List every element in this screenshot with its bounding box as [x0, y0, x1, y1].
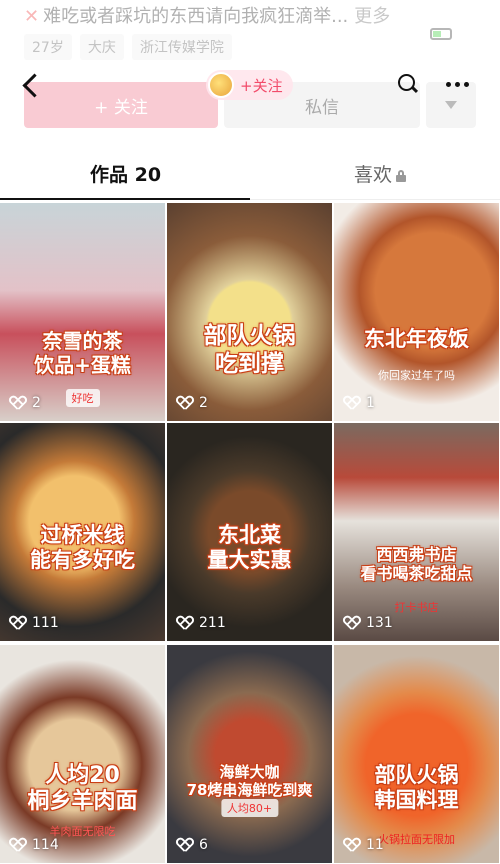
tag-school: 浙江传媒学院 — [131, 34, 232, 60]
like-count-value: 2 — [199, 395, 208, 411]
like-count: 111 — [10, 615, 59, 631]
like-count-value: 111 — [32, 615, 59, 631]
video-title: 西西弗书店 看书喝茶吃甜点 — [360, 545, 473, 584]
back-icon[interactable] — [14, 66, 54, 106]
video-subtitle: 人均80+ — [220, 799, 279, 817]
like-count: 2 — [177, 395, 208, 411]
video-card[interactable]: 部队火锅 韩国料理 火锅拉面无限加 11 — [334, 645, 499, 863]
like-count-value: 2 — [32, 395, 41, 411]
heart-icon — [344, 838, 360, 852]
video-title: 海鲜大咖 78烤串海鲜吃到爽 — [186, 763, 313, 799]
video-card[interactable]: 东北菜 量大实惠 211 — [167, 423, 332, 641]
profile-bio-area: ✕ 难吃或者踩坑的东西请向我疯狂滴举... 更多 27岁 大庆 浙江传媒学院 — [0, 0, 500, 64]
video-grid: 奈雪的茶 饮品+蛋糕 好吃 2 部队火锅 吃到撑 2 东北年夜饭 你回家过年了吗… — [0, 203, 500, 864]
video-card[interactable]: 海鲜大咖 78烤串海鲜吃到爽 人均80+ 6 — [167, 645, 332, 863]
tab-likes[interactable]: 喜欢 — [354, 160, 407, 187]
like-count-value: 6 — [199, 837, 208, 853]
like-count: 2 — [10, 395, 41, 411]
nav-follow-button[interactable]: +关注 — [240, 75, 283, 96]
video-title: 奈雪的茶 饮品+蛋糕 — [34, 329, 131, 377]
video-card[interactable]: 奈雪的茶 饮品+蛋糕 好吃 2 — [0, 203, 165, 421]
bio-more-link[interactable]: 更多 — [354, 6, 390, 27]
heart-icon — [177, 396, 193, 410]
like-count-value: 1 — [366, 395, 375, 411]
active-tab-indicator — [0, 198, 250, 200]
nav-user-chip[interactable]: +关注 — [206, 70, 293, 100]
video-subtitle: 你回家过年了吗 — [378, 369, 455, 382]
like-count-value: 11 — [366, 837, 384, 853]
heart-icon — [10, 838, 26, 852]
like-count-value: 211 — [199, 615, 226, 631]
like-count: 114 — [10, 837, 59, 853]
battery-icon — [430, 28, 452, 40]
video-subtitle: 打卡书店 — [394, 601, 439, 614]
top-nav: +关注 — [0, 60, 500, 112]
like-count: 6 — [177, 837, 208, 853]
lock-icon — [396, 170, 407, 182]
tag-age: 27岁 — [24, 34, 72, 60]
heart-icon — [344, 396, 360, 410]
video-card[interactable]: 东北年夜饭 你回家过年了吗 1 — [334, 203, 499, 421]
bio-line-text: 难吃或者踩坑的东西请向我疯狂滴举... — [43, 6, 349, 27]
more-icon[interactable] — [446, 82, 469, 87]
video-card[interactable]: 部队火锅 吃到撑 2 — [167, 203, 332, 421]
like-count: 131 — [344, 615, 393, 631]
heart-icon — [10, 616, 26, 630]
heart-icon — [177, 838, 193, 852]
profile-tags: 27岁 大庆 浙江传媒学院 — [24, 34, 232, 60]
heart-icon — [177, 616, 193, 630]
video-title: 部队火锅 韩国料理 — [374, 763, 459, 813]
video-title: 部队火锅 吃到撑 — [203, 323, 296, 377]
heart-icon — [344, 616, 360, 630]
search-icon[interactable] — [396, 72, 420, 96]
video-title: 东北年夜饭 — [364, 327, 469, 351]
bio-text: ✕ 难吃或者踩坑的东西请向我疯狂滴举... 更多 — [24, 2, 390, 28]
video-card[interactable]: 过桥米线 能有多好吃 111 — [0, 423, 165, 641]
avatar[interactable] — [208, 72, 234, 98]
like-count: 11 — [344, 837, 384, 853]
video-title: 东北菜 量大实惠 — [207, 523, 292, 573]
like-count: 211 — [177, 615, 226, 631]
like-count-value: 131 — [366, 615, 393, 631]
video-subtitle: 好吃 — [65, 389, 100, 407]
profile-tabs: 作品 20 喜欢 — [0, 148, 500, 200]
video-title: 人均20 桐乡羊肉面 — [27, 763, 138, 815]
tag-city: 大庆 — [79, 34, 124, 60]
heart-icon — [10, 396, 26, 410]
tab-works[interactable]: 作品 20 — [90, 160, 161, 187]
video-card[interactable]: 西西弗书店 看书喝茶吃甜点 打卡书店 131 — [334, 423, 499, 641]
like-count: 1 — [344, 395, 375, 411]
cross-icon: ✕ — [24, 6, 40, 27]
video-title: 过桥米线 能有多好吃 — [30, 523, 135, 573]
tab-likes-label: 喜欢 — [354, 164, 393, 186]
video-card[interactable]: 人均20 桐乡羊肉面 羊肉面无限吃 114 — [0, 645, 165, 863]
like-count-value: 114 — [32, 837, 59, 853]
